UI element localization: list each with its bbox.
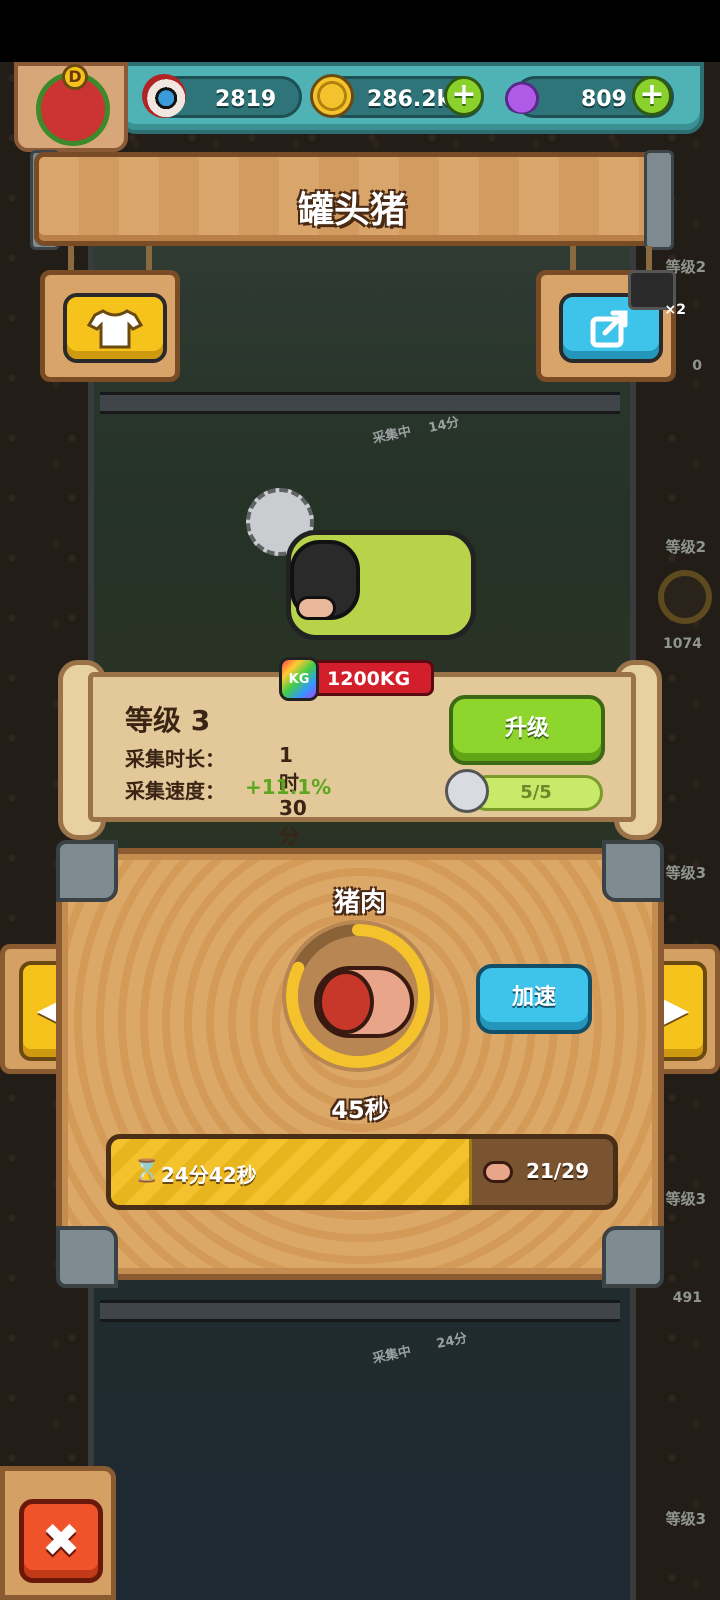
upgrade-progress-bar: 5/5 (469, 775, 603, 811)
product-panel: 猪肉 45秒 加速 ⌛ 24分42秒 21/29 (56, 840, 664, 1288)
floor-divider (100, 1300, 620, 1322)
avatar-rank-badge: D (62, 64, 88, 90)
side-count: 0 (692, 358, 702, 374)
title-board: 罐头猪 (34, 152, 670, 246)
speed-up-button[interactable]: 加速 (476, 964, 592, 1034)
hourglass-icon: ⌛ (133, 1159, 161, 1184)
outfit-button[interactable] (63, 293, 167, 363)
kg-weight-icon: KG (279, 657, 319, 701)
side-level-label: 等级3 (665, 864, 706, 882)
side-level-label: 等级3 (665, 1510, 706, 1528)
meat-small-icon (483, 1161, 513, 1183)
collect-speed-value: +11.1% (245, 775, 332, 799)
potion-icon (500, 70, 544, 114)
floor-divider (100, 392, 620, 414)
shirt-icon (86, 309, 144, 349)
collect-speed-label: 采集速度： (125, 779, 225, 803)
coin-value: 286.2k (367, 87, 452, 112)
product-count: 21/29 (526, 1159, 589, 1183)
potion-value: 809 (581, 87, 627, 112)
game-screen: 采集中 14分 采集中 24分 等级2 0 等级2 1074 等级3 等级3 4… (0, 0, 720, 1600)
pig-snout (296, 596, 336, 620)
total-progress-bar: ⌛ 24分42秒 21/29 (106, 1134, 618, 1210)
side-count: 491 (672, 1290, 702, 1306)
add-coins-button[interactable]: + (444, 76, 484, 116)
collect-time-row: 采集时长： 1时30分 (125, 743, 307, 848)
side-level-label: 等级2 (665, 538, 706, 556)
side-level-label: 等级3 (665, 1190, 706, 1208)
metal-bracket (644, 150, 674, 250)
card-pack-count: ×2 (664, 302, 686, 318)
metal-corner (56, 1226, 118, 1288)
page-title: 罐头猪 (297, 190, 406, 231)
weight-badge: KG 1200KG (279, 657, 434, 701)
product-name: 猪肉 (333, 888, 386, 918)
add-potions-button[interactable]: + (632, 76, 672, 116)
meat-cut-face (318, 970, 374, 1034)
collect-time-label: 采集时长： (125, 747, 225, 771)
status-bar (0, 0, 720, 62)
collect-speed-row: 采集速度： +11.1% (125, 775, 331, 804)
eyeball-value: 2819 (215, 87, 277, 112)
cycle-timer: 45秒 (331, 1096, 389, 1124)
outfit-sign (40, 270, 180, 382)
level-label: 等级 3 (125, 704, 211, 737)
side-count: 1074 (663, 636, 702, 652)
total-time: 24分42秒 (161, 1163, 257, 1187)
eyeball-icon (142, 74, 186, 118)
close-panel: ✖ (0, 1466, 116, 1600)
side-progress-ring (658, 570, 712, 624)
horned-skull-icon (445, 769, 489, 813)
metal-corner (602, 1226, 664, 1288)
close-button[interactable]: ✖ (19, 1499, 103, 1583)
coin-icon (310, 74, 354, 118)
weight-value: 1200KG (327, 668, 411, 690)
resource-bar: 2819 286.2k + 809 + (118, 62, 704, 134)
upgrade-button[interactable]: 升级 (449, 695, 605, 765)
player-avatar[interactable]: D (14, 62, 128, 152)
